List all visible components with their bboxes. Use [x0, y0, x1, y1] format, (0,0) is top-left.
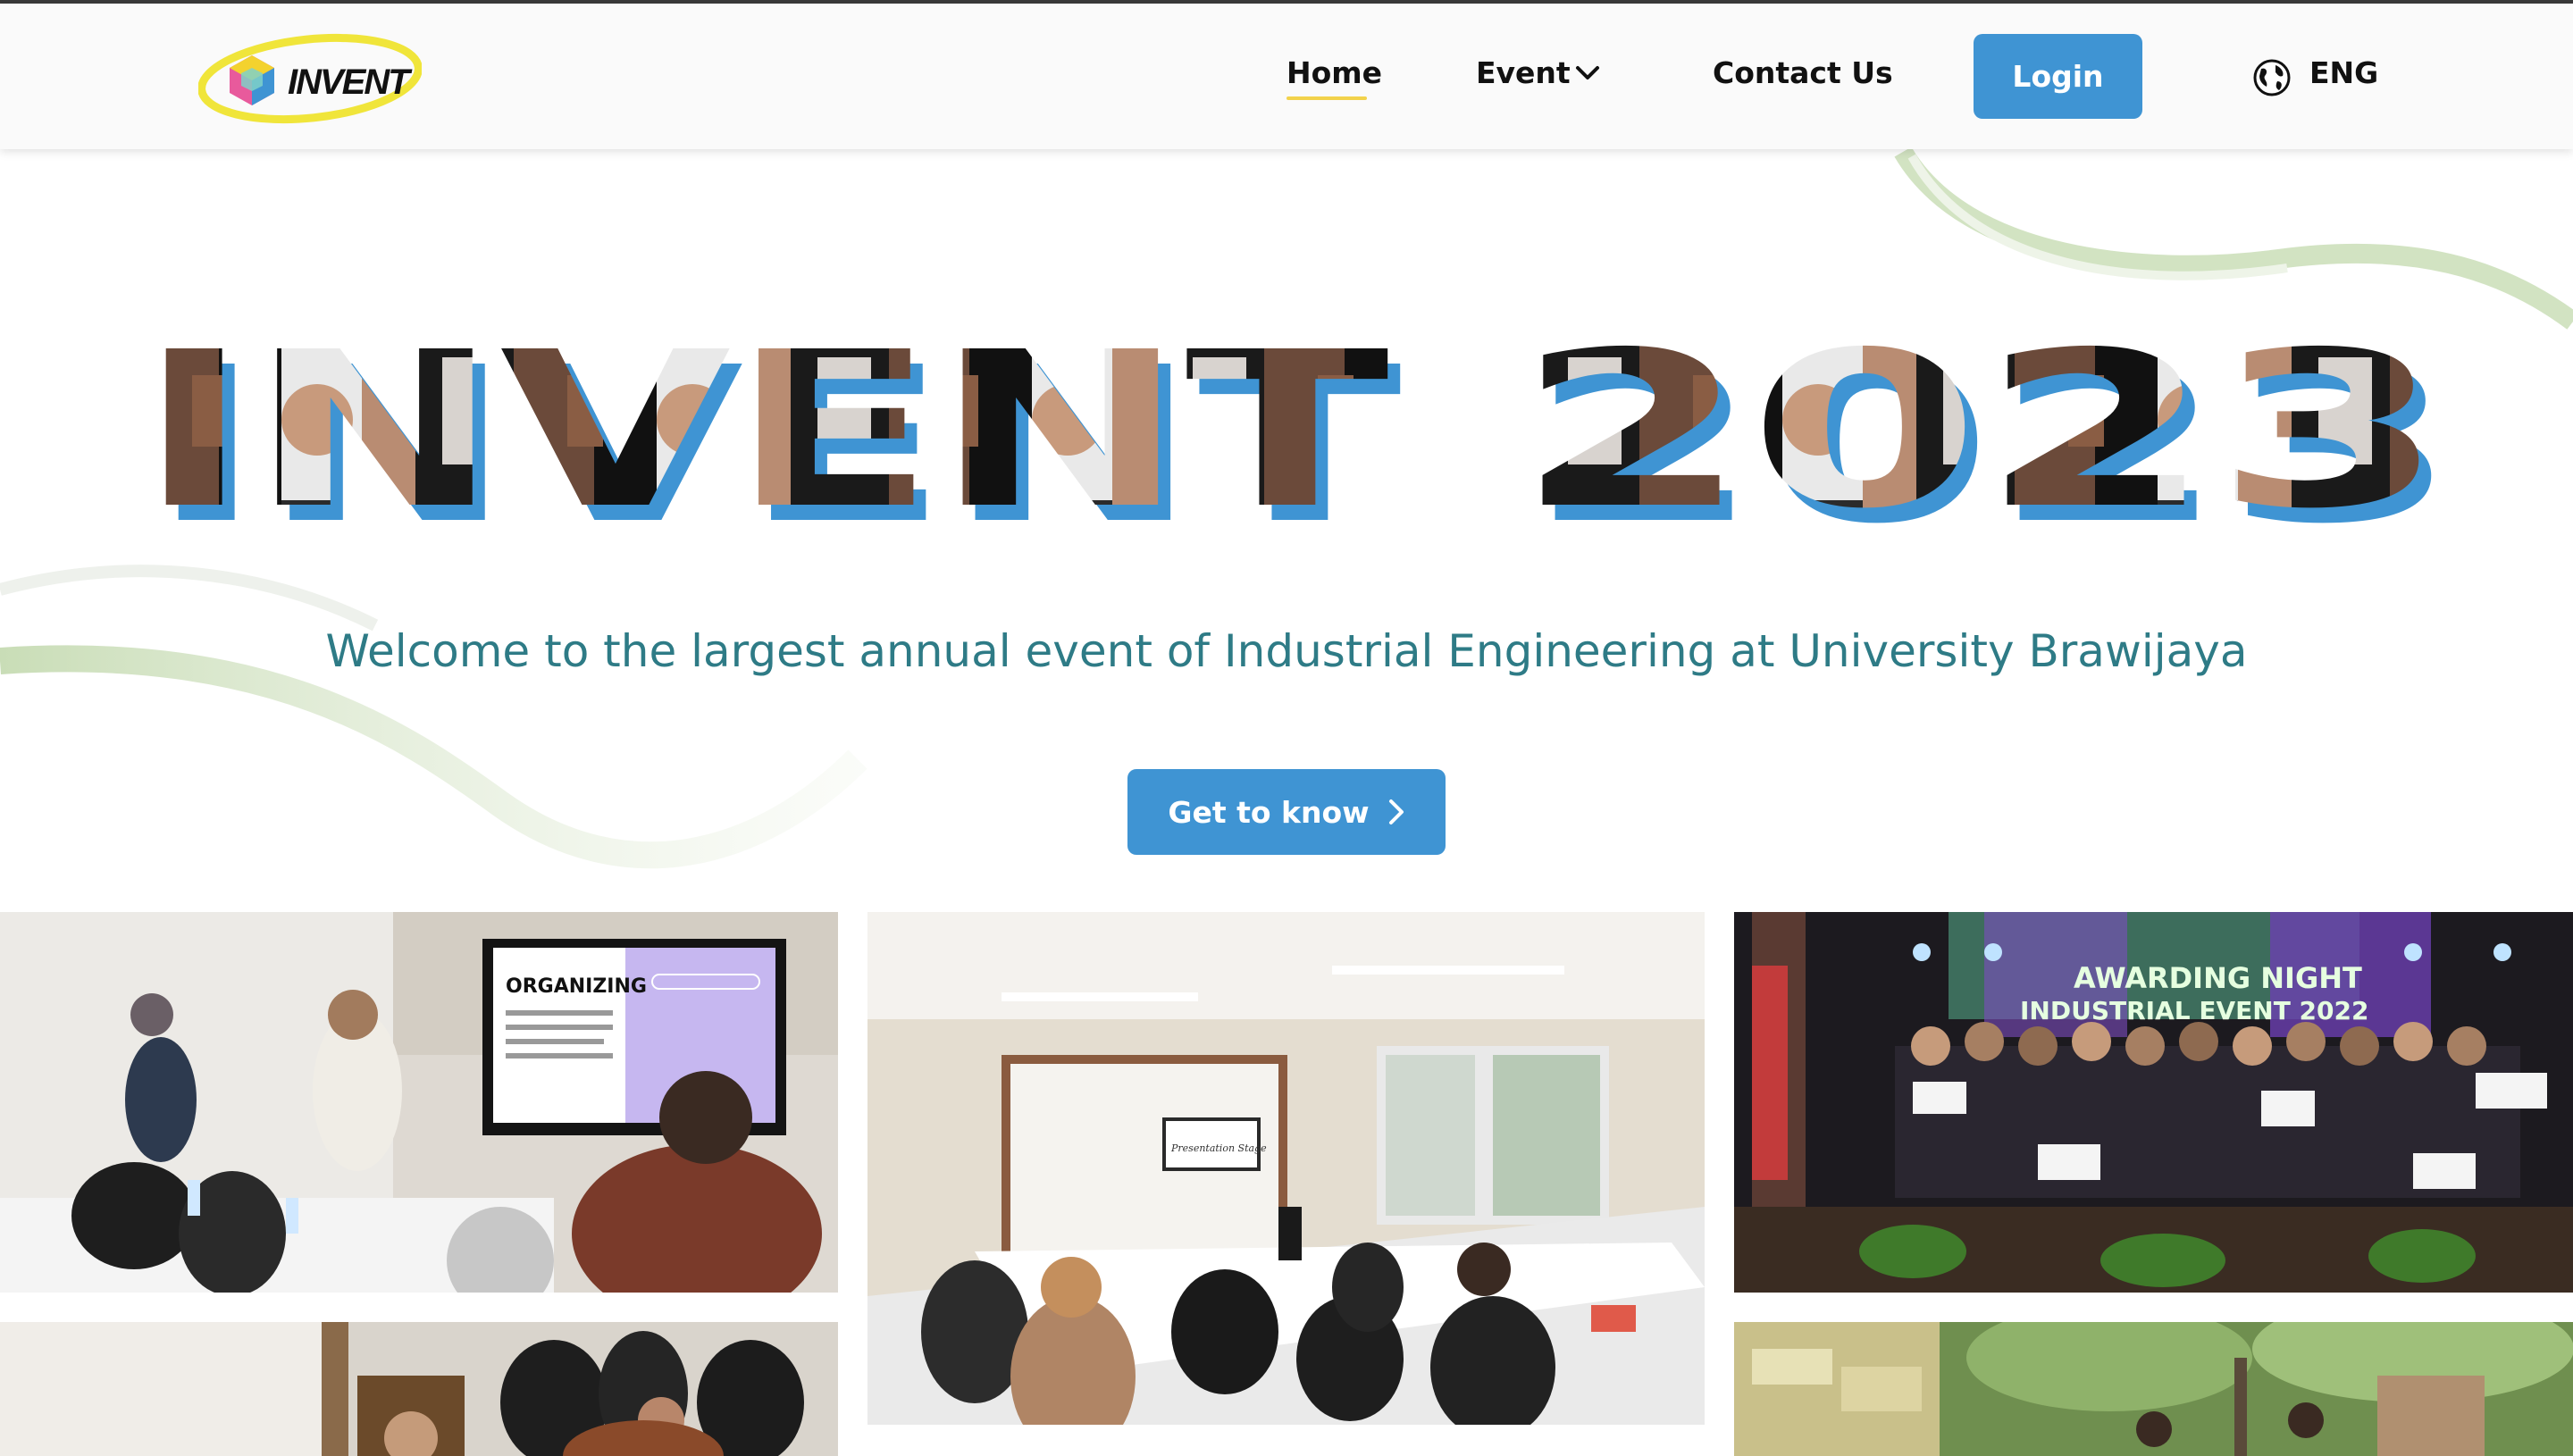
gallery-photo-group-session[interactable] — [0, 1322, 838, 1456]
presentation-slide-text: Presentation Stage — [1170, 1142, 1267, 1154]
gallery-photo-awarding-night[interactable]: AWARDING NIGHT INDUSTRIAL EVENT 2022 — [1734, 912, 2573, 1293]
awarding-banner-line2: INDUSTRIAL EVENT 2022 — [2020, 996, 2368, 1025]
svg-text:2023: 2023 — [1516, 322, 2445, 536]
nav-home-active-underline — [1286, 96, 1367, 100]
svg-text:INVENT: INVENT — [138, 322, 1389, 536]
gallery-photo-presentation-room[interactable]: Presentation Stage — [867, 912, 1705, 1425]
login-button[interactable]: Login — [1974, 34, 2142, 119]
organizing-slide-title: ORGANIZING — [506, 975, 647, 998]
awarding-banner-line1: AWARDING NIGHT — [2074, 961, 2362, 995]
invent-logo[interactable]: INVENT — [198, 32, 422, 125]
get-to-know-label: Get to know — [1168, 794, 1370, 830]
nav-event[interactable]: Event — [1476, 55, 1571, 90]
nav-home[interactable]: Home — [1286, 55, 1382, 90]
logo-text: INVENT — [288, 63, 410, 102]
language-selector[interactable]: ENG — [2309, 55, 2378, 90]
get-to-know-button[interactable]: Get to know — [1127, 769, 1446, 855]
gallery-photo-organizing[interactable]: ORGANIZING — [0, 912, 838, 1293]
hero-subtitle: Welcome to the largest annual event of I… — [325, 625, 2248, 677]
gallery-photo-outdoor[interactable] — [1734, 1322, 2573, 1456]
chevron-down-icon[interactable] — [1574, 64, 1601, 82]
nav-contact-us[interactable]: Contact Us — [1713, 55, 1893, 90]
hero-title-invent-2023: INVENT INVENT 2023 2023 — [138, 322, 2458, 536]
chevron-right-icon — [1388, 799, 1404, 824]
globe-icon[interactable] — [2252, 58, 2292, 97]
navbar: INVENT Home Event Contact Us Login ENG — [0, 4, 2573, 149]
